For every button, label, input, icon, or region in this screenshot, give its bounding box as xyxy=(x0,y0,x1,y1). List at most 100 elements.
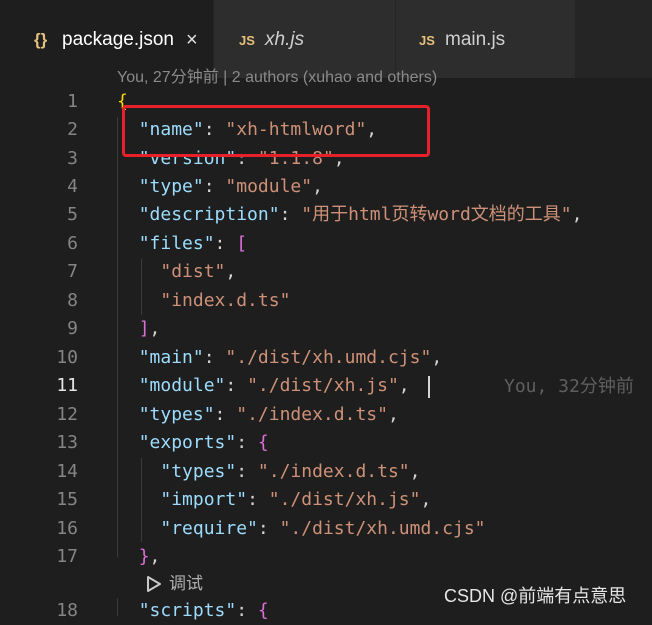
token-punc xyxy=(117,546,139,567)
token-punc: , xyxy=(312,176,323,197)
token-punc: : xyxy=(203,176,226,197)
line-number: 17 xyxy=(56,546,78,567)
code-line[interactable]: "main": "./dist/xh.umd.cjs", xyxy=(117,344,442,372)
token-punc xyxy=(117,461,160,482)
token-punc: : xyxy=(225,375,248,396)
token-str: "dist" xyxy=(160,261,226,282)
line-number: 2 xyxy=(67,119,78,140)
play-icon xyxy=(147,576,161,592)
token-key: "files" xyxy=(138,233,215,254)
token-punc xyxy=(117,518,160,539)
token-str: "./dist/xh.umd.cjs" xyxy=(225,347,432,368)
token-punc: , xyxy=(409,461,421,482)
code-line[interactable]: "types": "./index.d.ts", xyxy=(117,458,420,486)
token-punc xyxy=(117,432,139,453)
token-punc: : xyxy=(214,404,237,425)
token-punc xyxy=(117,176,139,197)
git-blame-header[interactable]: You, 27分钟前 | 2 authors (xuhao and others… xyxy=(117,67,437,89)
token-punc xyxy=(117,204,139,225)
token-str: "./dist/xh.umd.cjs" xyxy=(279,518,486,539)
token-str: "index.d.ts" xyxy=(160,290,291,311)
token-punc: : xyxy=(236,600,258,621)
javascript-icon: JS xyxy=(239,32,255,48)
token-punc: , xyxy=(420,489,432,510)
line-number: 14 xyxy=(56,461,78,482)
token-key: "types" xyxy=(160,461,237,482)
token-punc: : xyxy=(279,204,302,225)
json-braces-icon: {} xyxy=(34,30,48,49)
line-number: 11 xyxy=(56,375,78,396)
line-number: 6 xyxy=(67,233,78,254)
token-br2: } xyxy=(138,546,150,567)
token-br2: [ xyxy=(236,233,248,254)
line-number: 9 xyxy=(67,318,78,339)
annotation-highlight-box xyxy=(122,105,430,157)
code-line[interactable]: "files": [ xyxy=(117,230,247,258)
line-number: 1 xyxy=(67,91,78,112)
token-key: "module" xyxy=(138,375,226,396)
javascript-icon: JS xyxy=(419,32,435,48)
line-number: 15 xyxy=(56,489,78,510)
token-key: "require" xyxy=(160,518,258,539)
token-punc: : xyxy=(236,432,258,453)
line-number: 3 xyxy=(67,148,78,169)
tab-label: package.json xyxy=(62,29,174,50)
token-str: "module" xyxy=(225,176,313,197)
code-line[interactable]: "module": "./dist/xh.js", xyxy=(117,372,410,400)
token-key: "scripts" xyxy=(138,600,237,621)
text-cursor xyxy=(428,376,430,398)
token-punc: , xyxy=(387,404,399,425)
token-punc: , xyxy=(431,347,443,368)
token-punc: , xyxy=(571,204,583,225)
token-str: "./dist/xh.js" xyxy=(247,375,399,396)
token-punc: : xyxy=(247,489,269,510)
token-str: "./index.d.ts" xyxy=(257,461,410,482)
token-key: "import" xyxy=(160,489,248,510)
line-number: 7 xyxy=(67,261,78,282)
token-br2: { xyxy=(257,600,269,621)
line-number: 16 xyxy=(56,518,78,539)
token-punc xyxy=(117,233,139,254)
token-punc: : xyxy=(257,518,280,539)
token-br2: ] xyxy=(138,318,150,339)
line-number: 4 xyxy=(67,176,78,197)
token-punc: : xyxy=(214,233,237,254)
code-line[interactable]: "types": "./index.d.ts", xyxy=(117,401,399,429)
token-key: "main" xyxy=(138,347,204,368)
token-br2: { xyxy=(257,432,269,453)
token-punc xyxy=(117,600,139,621)
token-punc xyxy=(117,404,139,425)
line-number: 10 xyxy=(56,347,78,368)
csdn-watermark: CSDN @前端有点意思 xyxy=(444,586,627,606)
token-str: "./dist/xh.js" xyxy=(268,489,421,510)
close-icon[interactable]: × xyxy=(186,29,198,52)
code-line[interactable]: ], xyxy=(117,315,161,343)
line-number: 18 xyxy=(56,600,78,621)
token-punc xyxy=(117,318,139,339)
code-line[interactable]: "dist", xyxy=(117,258,236,286)
token-punc xyxy=(117,489,160,510)
token-punc: , xyxy=(398,375,410,396)
code-line[interactable]: "description": "用于html页转word文档的工具", xyxy=(117,201,583,229)
code-line[interactable]: "require": "./dist/xh.umd.cjs" xyxy=(117,515,486,543)
code-line[interactable]: "import": "./dist/xh.js", xyxy=(117,486,431,514)
token-key: "type" xyxy=(138,176,204,197)
token-punc: , xyxy=(149,318,161,339)
line-number: 13 xyxy=(56,432,78,453)
token-str: "用于html页转word文档的工具" xyxy=(301,204,572,225)
token-punc xyxy=(117,261,160,282)
code-line[interactable]: "scripts": { xyxy=(117,597,269,625)
code-line[interactable]: "exports": { xyxy=(117,429,269,457)
token-punc: : xyxy=(236,461,258,482)
tab-label: main.js xyxy=(445,29,506,50)
token-str: "./index.d.ts" xyxy=(236,404,388,425)
token-punc: , xyxy=(149,546,161,567)
code-line[interactable]: "type": "module", xyxy=(117,173,323,201)
code-line[interactable]: }, xyxy=(117,543,161,571)
inline-git-blame: You, 32分钟前 xyxy=(504,376,634,397)
token-punc xyxy=(117,375,139,396)
tab-label: xh.js xyxy=(265,29,305,50)
code-line[interactable]: "index.d.ts" xyxy=(117,287,290,315)
line-number: 12 xyxy=(56,404,78,425)
token-key: "exports" xyxy=(138,432,237,453)
